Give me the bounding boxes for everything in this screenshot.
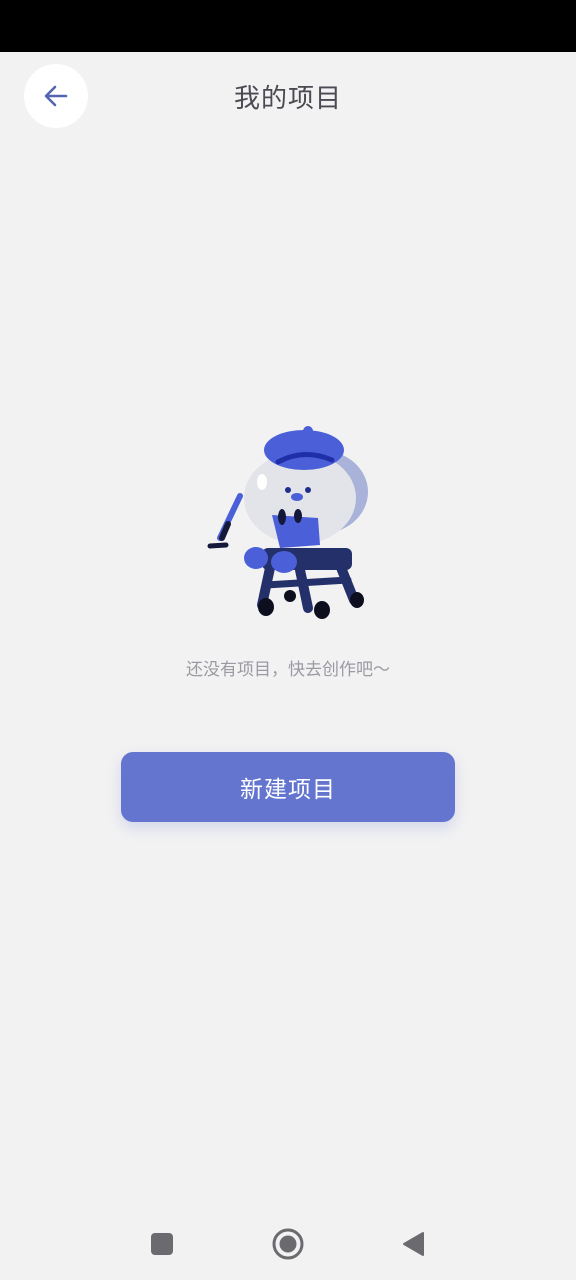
artist-character-illustration <box>207 426 368 619</box>
circle-home-icon[interactable] <box>270 1226 306 1262</box>
page-title: 我的项目 <box>233 84 342 114</box>
system-navigation-bar <box>0 1210 576 1280</box>
status-bar <box>0 0 576 52</box>
triangle-back-icon[interactable] <box>396 1226 432 1262</box>
create-project-button[interactable]: 新建项目 <box>121 752 455 822</box>
app-header: 我的项目 <box>0 52 576 142</box>
square-recent-icon[interactable] <box>144 1226 180 1262</box>
empty-state-message: 还没有项目，快去创作吧～ <box>186 660 390 680</box>
